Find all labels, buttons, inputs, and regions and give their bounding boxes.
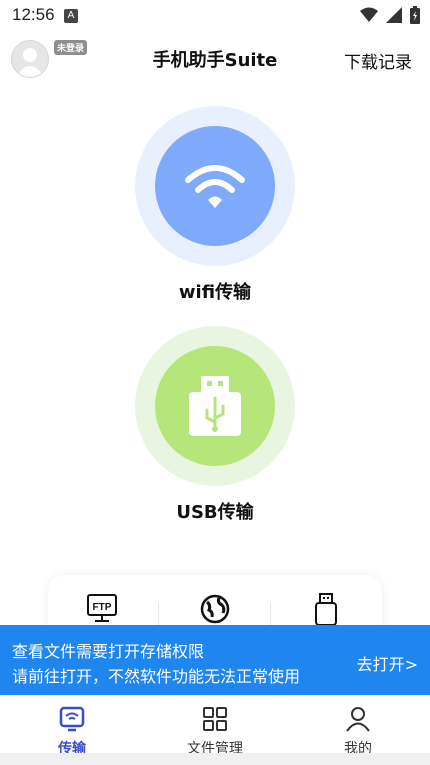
ftp-tool-button[interactable]: FTP: [82, 593, 122, 627]
nav-transfer-tab[interactable]: 传输: [12, 706, 132, 758]
nav-profile-tab[interactable]: 我的: [298, 706, 418, 758]
battery-icon: [410, 6, 420, 24]
wifi-icon: [185, 165, 245, 208]
status-bar: 12:56 A: [0, 0, 430, 30]
person-icon: [346, 707, 370, 732]
usb-drive-tool-button[interactable]: [306, 593, 346, 627]
ftp-icon: FTP: [87, 594, 117, 622]
banner-message-line2: 请前往打开，不然软件功能无法正常使用: [12, 667, 301, 686]
usb-transfer-label: USB传输: [176, 502, 254, 523]
cell-signal-icon: [386, 7, 402, 23]
banner-message-line1: 查看文件需要打开存储权限: [12, 642, 205, 661]
open-permission-button[interactable]: 去打开>: [357, 651, 418, 675]
system-dock-strip: [0, 753, 430, 765]
grid-icon: [203, 707, 227, 731]
status-time: 12:56: [12, 5, 55, 24]
transfer-icon: [59, 706, 85, 732]
nav-file-manager-tab[interactable]: 文件管理: [155, 706, 275, 758]
wifi-transfer-button[interactable]: [135, 106, 295, 266]
download-history-button[interactable]: 下载记录: [344, 48, 412, 73]
permission-banner[interactable]: 查看文件需要打开存储权限 请前往打开，不然软件功能无法正常使用 去打开>: [0, 625, 430, 695]
web-tool-button[interactable]: [195, 593, 235, 627]
usb-circle: [155, 346, 275, 466]
usb-transfer-button[interactable]: [135, 326, 295, 486]
globe-icon: [200, 594, 230, 624]
system-icons: [360, 6, 420, 24]
bottom-nav: 传输 文件管理 我的: [0, 695, 430, 765]
usb-drive-icon: [315, 593, 337, 626]
wifi-circle: [155, 126, 275, 246]
wifi-transfer-label: wifi传输: [178, 282, 252, 303]
notification-icon: A: [64, 9, 78, 23]
app-header: 未登录 手机助手Suite 下载记录: [0, 30, 430, 86]
wifi-signal-icon: [360, 7, 378, 22]
ftp-icon-label: FTP: [93, 602, 112, 613]
usb-icon: [189, 376, 241, 436]
